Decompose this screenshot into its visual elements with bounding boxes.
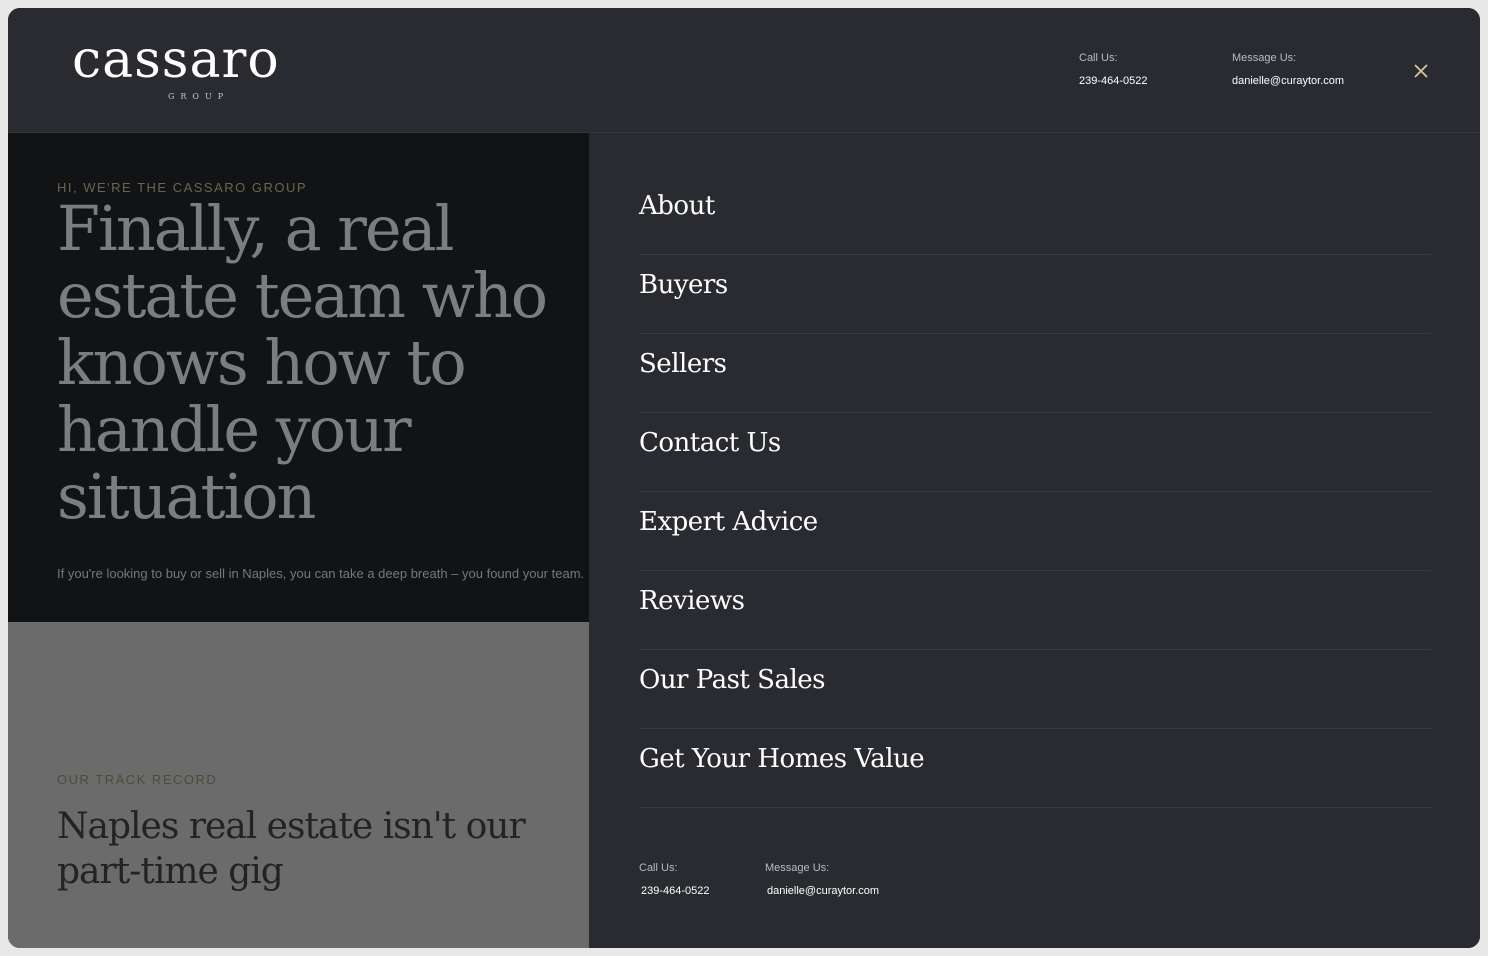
menu-item-label: Our Past Sales — [639, 665, 826, 695]
track-record-section: OUR TRACK RECORD Naples real estate isn'… — [8, 622, 589, 948]
header-message-label: Message Us: — [1232, 52, 1297, 64]
logo[interactable]: cassaro GROUP — [72, 30, 322, 110]
nav-menu-panel: About Buyers Sellers Contact Us Expert A… — [589, 133, 1480, 948]
menu-item-label: About — [639, 191, 715, 221]
menu-footer-call-value[interactable]: 239-464-0522 — [641, 884, 710, 898]
track-eyebrow: OUR TRACK RECORD — [57, 772, 218, 787]
header-call-label: Call Us: — [1079, 52, 1118, 64]
close-icon — [1414, 64, 1428, 78]
app-window: cassaro GROUP Call Us: 239-464-0522 Mess… — [8, 8, 1480, 948]
menu-item-about[interactable]: About — [639, 176, 1431, 255]
header-message: Message Us: danielle@curaytor.com — [1232, 51, 1344, 88]
menu-footer-call: Call Us: 239-464-0522 — [639, 861, 710, 898]
track-title: Naples real estate isn't our part-time g… — [57, 806, 526, 892]
menu-item-label: Reviews — [639, 586, 745, 616]
nav-menu-list: About Buyers Sellers Contact Us Expert A… — [639, 176, 1431, 808]
header-call: Call Us: 239-464-0522 — [1079, 51, 1148, 88]
logo-subtitle: GROUP — [168, 92, 230, 101]
menu-item-label: Get Your Homes Value — [639, 744, 925, 774]
menu-footer-message-value[interactable]: danielle@curaytor.com — [767, 884, 879, 898]
header-call-value[interactable]: 239-464-0522 — [1079, 74, 1148, 88]
menu-item-sellers[interactable]: Sellers — [639, 334, 1431, 413]
menu-item-reviews[interactable]: Reviews — [639, 571, 1431, 650]
menu-item-past-sales[interactable]: Our Past Sales — [639, 650, 1431, 729]
close-menu-button[interactable] — [1409, 59, 1433, 83]
menu-item-label: Buyers — [639, 270, 728, 300]
menu-item-label: Contact Us — [639, 428, 781, 458]
menu-item-contact-us[interactable]: Contact Us — [639, 413, 1431, 492]
site-header: cassaro GROUP Call Us: 239-464-0522 Mess… — [8, 8, 1480, 133]
menu-item-expert-advice[interactable]: Expert Advice — [639, 492, 1431, 571]
menu-item-home-value[interactable]: Get Your Homes Value — [639, 729, 1431, 808]
logo-wordmark: cassaro — [72, 30, 280, 90]
hero-title: Finally, a real estate team who knows ho… — [57, 192, 548, 533]
menu-footer-message-label: Message Us: — [765, 862, 830, 874]
menu-item-label: Expert Advice — [639, 507, 818, 537]
hero-subtitle: If you're looking to buy or sell in Napl… — [57, 566, 585, 581]
menu-item-buyers[interactable]: Buyers — [639, 255, 1431, 334]
menu-footer-message: Message Us: danielle@curaytor.com — [765, 861, 879, 898]
menu-item-label: Sellers — [639, 349, 727, 379]
menu-footer-call-label: Call Us: — [639, 862, 678, 874]
header-message-value[interactable]: danielle@curaytor.com — [1232, 74, 1344, 88]
hero-section: HI, WE'RE THE CASSARO GROUP Finally, a r… — [8, 133, 589, 622]
